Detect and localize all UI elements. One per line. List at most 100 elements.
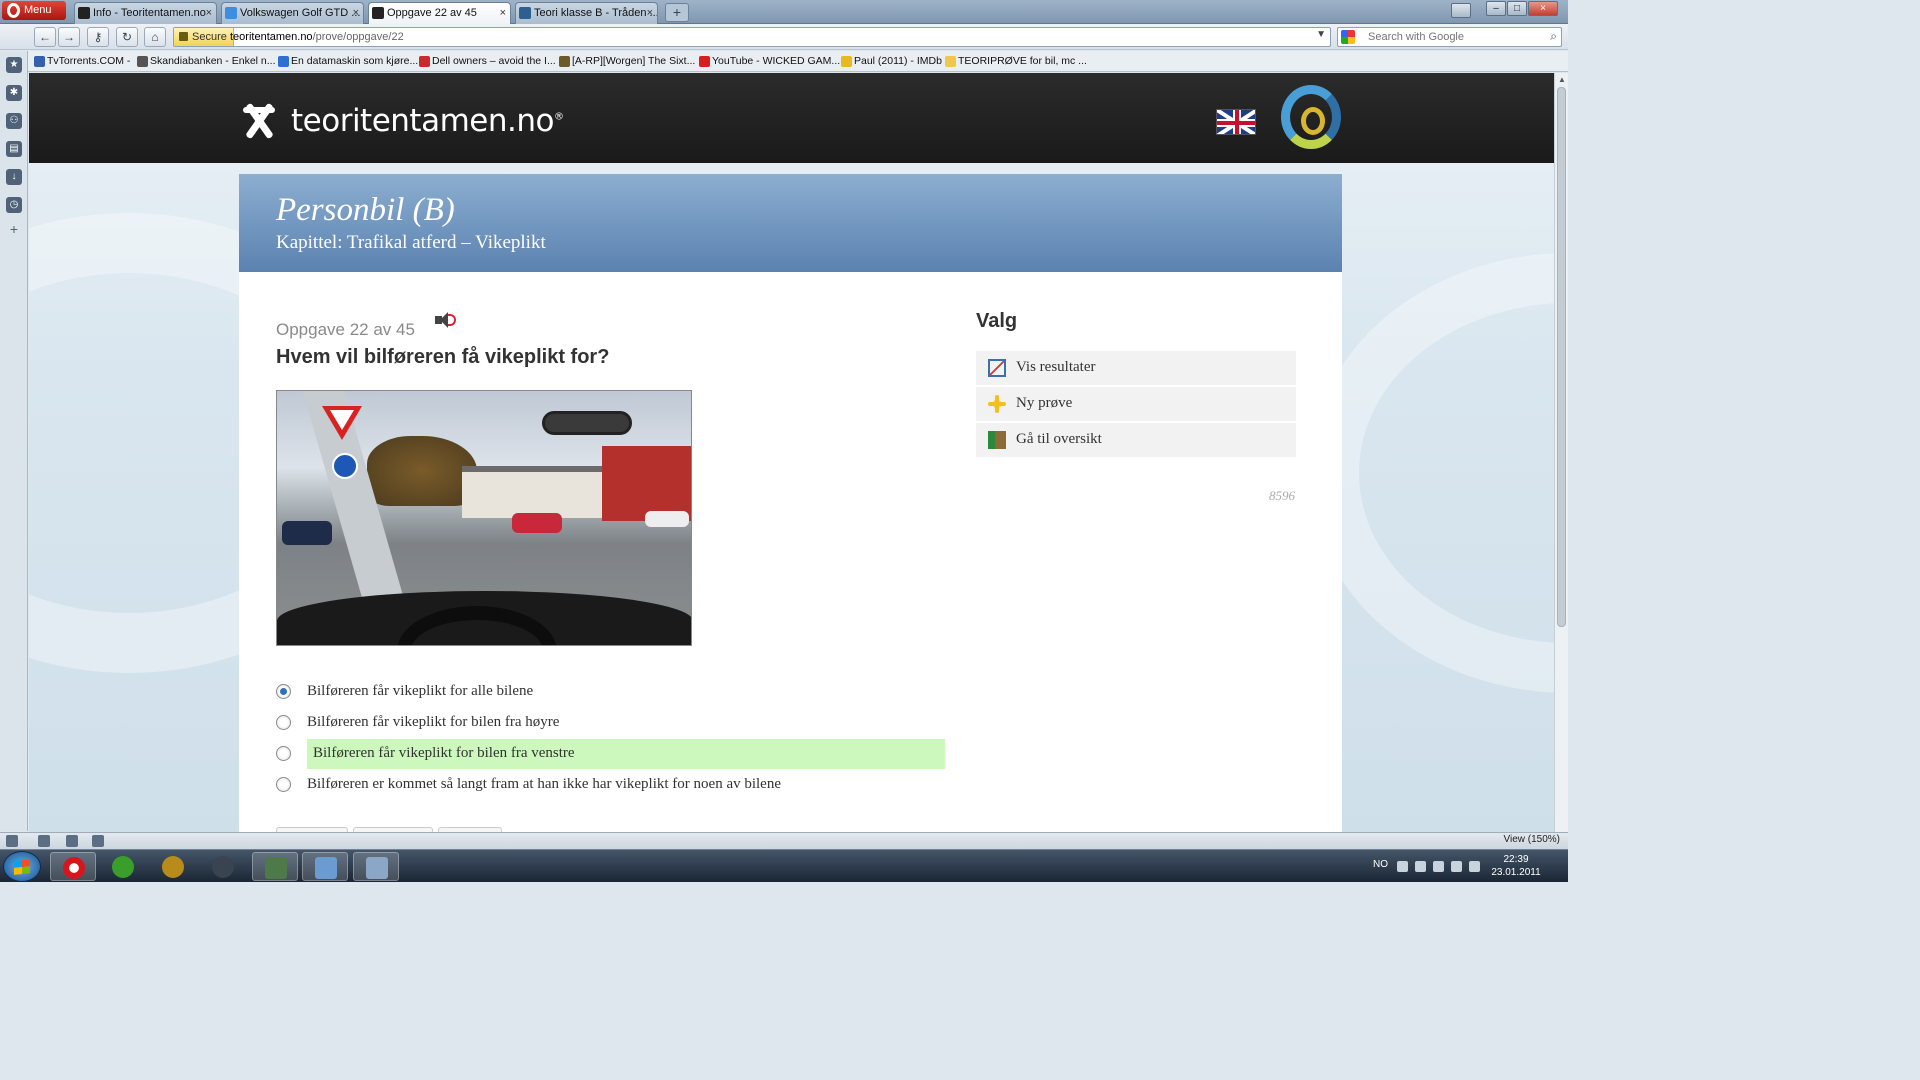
- bookmark-label: Paul (2011) - IMDb: [854, 55, 942, 67]
- action-center-flag-icon[interactable]: [1415, 861, 1426, 872]
- unite-icon[interactable]: [66, 835, 78, 847]
- trash-icon[interactable]: [1451, 3, 1471, 18]
- home-button[interactable]: ⌂: [144, 27, 166, 47]
- search-box[interactable]: ⌕: [1337, 27, 1562, 47]
- new-test-link[interactable]: Ny prøve: [976, 387, 1296, 421]
- start-button[interactable]: [3, 851, 41, 882]
- partner-ring-logo-icon[interactable]: [1281, 85, 1341, 149]
- sync-icon[interactable]: [38, 835, 50, 847]
- bookmark-favicon-icon: [419, 56, 430, 67]
- english-flag-icon[interactable]: [1216, 109, 1256, 135]
- bookmarks-panel-icon[interactable]: ★: [6, 57, 22, 73]
- taskbar-calculator-window[interactable]: [353, 852, 399, 881]
- taskbar-wow[interactable]: [150, 852, 196, 881]
- answer-radio[interactable]: [276, 746, 291, 761]
- panel-toggle-icon[interactable]: [6, 835, 18, 847]
- question-counter: Oppgave 22 av 45: [276, 320, 415, 339]
- notes-panel-icon[interactable]: ▤: [6, 141, 22, 157]
- google-search-engine-icon[interactable]: [1341, 30, 1355, 44]
- answer-label[interactable]: Bilføreren får vikeplikt for alle bilene: [307, 683, 533, 700]
- bookmark-item[interactable]: Dell owners – avoid the I...: [419, 54, 556, 69]
- url-history-dropdown-icon[interactable]: ▼: [1316, 29, 1326, 40]
- question-code: 8596: [1269, 488, 1295, 503]
- bookmark-favicon-icon: [945, 56, 956, 67]
- maximize-button[interactable]: □: [1507, 1, 1527, 16]
- tab-teori-klasse-b[interactable]: Teori klasse B - Tråden ... ×: [515, 2, 658, 24]
- forward-button[interactable]: →: [58, 27, 80, 47]
- taskbar-steam[interactable]: [200, 852, 246, 881]
- opera-menu-button[interactable]: Menu: [2, 1, 66, 20]
- go-to-overview-link[interactable]: Gå til oversikt: [976, 423, 1296, 457]
- answer-label[interactable]: Bilføreren får vikeplikt for bilen fra v…: [307, 739, 945, 769]
- widgets-panel-icon[interactable]: ✱: [6, 85, 22, 101]
- bookmark-item[interactable]: Skandiabanken - Enkel n...: [137, 54, 276, 69]
- answer-label[interactable]: Bilføreren får vikeplikt for bilen fra h…: [307, 714, 559, 731]
- address-field[interactable]: Secure teoritentamen.no/prove/oppgave/22…: [173, 27, 1331, 47]
- bookmark-label: TvTorrents.COM -: [47, 55, 131, 67]
- tab-volkswagen-golf[interactable]: Volkswagen Golf GTD ... ×: [221, 2, 364, 24]
- category-title: Personbil (B): [276, 192, 455, 228]
- unite-panel-icon[interactable]: ⚇: [6, 113, 22, 129]
- bookmark-item[interactable]: YouTube - WICKED GAM...: [699, 54, 840, 69]
- taskbar-utorrent[interactable]: [100, 852, 146, 881]
- back-arrow-icon: ←: [39, 30, 51, 44]
- bookmark-item[interactable]: TEORIPRØVE for bil, mc ...: [945, 54, 1087, 69]
- roundabout-sign: [332, 453, 358, 479]
- scroll-up-icon[interactable]: ▲: [1558, 75, 1566, 84]
- calculator-icon: [366, 857, 388, 879]
- answer-option[interactable]: Bilføreren får vikeplikt for alle bilene: [276, 681, 946, 712]
- volume-icon[interactable]: [1469, 861, 1480, 872]
- power-icon[interactable]: [1433, 861, 1444, 872]
- system-clock[interactable]: 22:39 23.01.2011: [1486, 853, 1546, 879]
- tab-close-icon[interactable]: ×: [500, 3, 506, 23]
- scrollbar-thumb[interactable]: [1557, 87, 1566, 627]
- zoom-level[interactable]: View (150%): [1503, 834, 1560, 845]
- bookmark-favicon-icon: [278, 56, 289, 67]
- answer-radio[interactable]: [276, 715, 291, 730]
- tab-close-icon[interactable]: ×: [647, 3, 653, 23]
- language-indicator[interactable]: NO: [1373, 859, 1388, 870]
- world-of-warcraft-icon: [162, 856, 184, 878]
- steam-icon: [212, 856, 234, 878]
- search-icon[interactable]: ⌕: [1550, 29, 1557, 44]
- answer-option[interactable]: Bilføreren er kommet så langt fram at ha…: [276, 774, 946, 805]
- speaker-audio-icon[interactable]: [435, 312, 456, 328]
- tab-close-icon[interactable]: ×: [353, 3, 359, 23]
- taskbar-explorer-window[interactable]: [252, 852, 298, 881]
- answer-label[interactable]: Bilføreren er kommet så langt fram at ha…: [307, 776, 781, 793]
- show-hidden-icons-icon[interactable]: [1397, 861, 1408, 872]
- add-panel-icon[interactable]: +: [6, 221, 22, 237]
- turbo-icon[interactable]: [92, 835, 104, 847]
- tab-info-teoritentamen[interactable]: Info - Teoritentamen.no ×: [74, 2, 217, 24]
- downloads-panel-icon[interactable]: ↓: [6, 169, 22, 185]
- minimize-button[interactable]: –: [1486, 1, 1506, 16]
- tab-oppgave-22[interactable]: Oppgave 22 av 45 ×: [368, 2, 511, 25]
- bookmark-item[interactable]: Paul (2011) - IMDb: [841, 54, 942, 69]
- windows-taskbar: NO 22:39 23.01.2011: [0, 849, 1568, 882]
- secure-badge[interactable]: Secure: [174, 28, 234, 46]
- tab-title: Teori klasse B - Tråden ...: [534, 7, 658, 19]
- close-window-button[interactable]: ×: [1528, 1, 1558, 16]
- wand-button[interactable]: ⚷: [87, 27, 109, 47]
- bookmark-item[interactable]: En datamaskin som kjøre...: [278, 54, 418, 69]
- history-panel-icon[interactable]: ◷: [6, 197, 22, 213]
- key-icon: ⚷: [93, 30, 103, 44]
- bookmark-label: En datamaskin som kjøre...: [291, 55, 419, 67]
- network-icon[interactable]: [1451, 861, 1462, 872]
- search-input[interactable]: [1368, 29, 1538, 45]
- new-tab-button[interactable]: +: [665, 3, 689, 22]
- bookmark-item[interactable]: TvTorrents.COM -: [34, 54, 130, 69]
- tab-close-icon[interactable]: ×: [206, 3, 212, 23]
- rearview-mirror: [542, 411, 632, 435]
- bookmark-item[interactable]: [A-RP][Worgen] The Sixt...: [559, 54, 695, 69]
- show-results-link[interactable]: Vis resultater: [976, 351, 1296, 385]
- page-scrollbar[interactable]: ▲: [1554, 73, 1568, 832]
- back-button[interactable]: ←: [34, 27, 56, 47]
- answer-radio[interactable]: [276, 777, 291, 792]
- answer-option-correct[interactable]: Bilføreren får vikeplikt for bilen fra v…: [276, 739, 946, 774]
- reload-button[interactable]: ↻: [116, 27, 138, 47]
- taskbar-opera[interactable]: [50, 852, 96, 881]
- taskbar-paint-window[interactable]: [302, 852, 348, 881]
- answer-radio[interactable]: [276, 684, 291, 699]
- bookmark-label: Dell owners – avoid the I...: [432, 55, 556, 67]
